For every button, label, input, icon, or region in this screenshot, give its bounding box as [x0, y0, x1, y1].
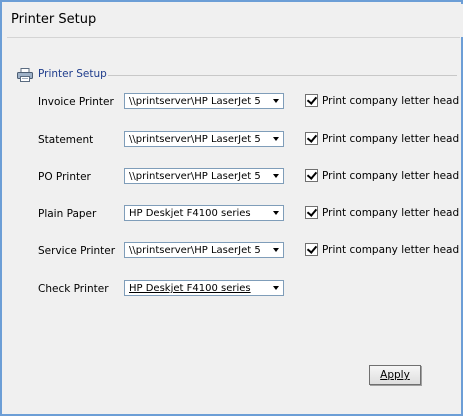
po-letterhead-checkbox[interactable] [305, 169, 318, 182]
po-letterhead-label[interactable]: Print company letter head [322, 170, 459, 182]
chevron-down-icon[interactable] [270, 282, 282, 294]
service-letterhead-checkbox[interactable] [305, 243, 318, 256]
window-title: Printer Setup [11, 12, 97, 27]
row-check-printer: Check Printer HP Deskjet F4100 series [7, 280, 460, 300]
po-printer-select[interactable]: \\printserver\HP LaserJet 5 [124, 168, 284, 184]
invoice-letterhead-checkbox[interactable] [305, 94, 318, 107]
check-printer-value: HP Deskjet F4100 series [129, 283, 251, 294]
service-letterhead-label[interactable]: Print company letter head [322, 244, 459, 256]
apply-button-label: Apply [380, 369, 410, 381]
row-invoice-printer: Invoice Printer \\printserver\HP LaserJe… [7, 93, 460, 113]
title-bar: Printer Setup [4, 4, 463, 37]
group-divider [108, 75, 457, 76]
chevron-down-icon[interactable] [270, 133, 282, 145]
printer-icon [17, 68, 33, 82]
statement-label: Statement [38, 134, 94, 146]
service-printer-value: \\printserver\HP LaserJet 5 [129, 245, 261, 256]
chevron-down-icon[interactable] [270, 170, 282, 182]
invoice-printer-value: \\printserver\HP LaserJet 5 [129, 96, 261, 107]
printer-setup-window: Printer Setup Printer Setup Invoice Prin… [0, 0, 463, 416]
plain-paper-value: HP Deskjet F4100 series [129, 208, 251, 219]
check-printer-select[interactable]: HP Deskjet F4100 series [124, 280, 284, 296]
po-printer-label: PO Printer [38, 171, 91, 183]
statement-printer-select[interactable]: \\printserver\HP LaserJet 5 [124, 131, 284, 147]
row-plain-paper: Plain Paper HP Deskjet F4100 series Prin… [7, 205, 460, 225]
service-printer-select[interactable]: \\printserver\HP LaserJet 5 [124, 242, 284, 258]
plain-paper-label: Plain Paper [38, 208, 97, 220]
invoice-printer-select[interactable]: \\printserver\HP LaserJet 5 [124, 93, 284, 109]
check-printer-label: Check Printer [38, 283, 109, 295]
apply-button[interactable]: Apply [369, 365, 421, 385]
statement-printer-value: \\printserver\HP LaserJet 5 [129, 134, 261, 145]
invoice-letterhead-label[interactable]: Print company letter head [322, 95, 459, 107]
invoice-printer-label: Invoice Printer [38, 96, 114, 108]
row-service-printer: Service Printer \\printserver\HP LaserJe… [7, 242, 460, 262]
statement-letterhead-label[interactable]: Print company letter head [322, 133, 459, 145]
group-title: Printer Setup [38, 68, 107, 80]
service-printer-label: Service Printer [38, 245, 116, 257]
plain-paper-letterhead-checkbox[interactable] [305, 206, 318, 219]
chevron-down-icon[interactable] [270, 95, 282, 107]
row-statement: Statement \\printserver\HP LaserJet 5 Pr… [7, 131, 460, 151]
plain-paper-select[interactable]: HP Deskjet F4100 series [124, 205, 284, 221]
po-printer-value: \\printserver\HP LaserJet 5 [129, 171, 261, 182]
statement-letterhead-checkbox[interactable] [305, 132, 318, 145]
group-header: Printer Setup [17, 67, 457, 83]
content-panel: Printer Setup Invoice Printer \\printser… [7, 37, 460, 414]
chevron-down-icon[interactable] [270, 207, 282, 219]
row-po-printer: PO Printer \\printserver\HP LaserJet 5 P… [7, 168, 460, 188]
plain-paper-letterhead-label[interactable]: Print company letter head [322, 207, 459, 219]
chevron-down-icon[interactable] [270, 244, 282, 256]
